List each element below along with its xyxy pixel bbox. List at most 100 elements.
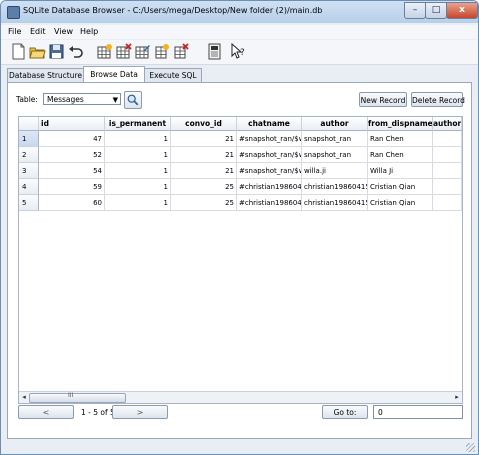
create-index-icon[interactable] (153, 43, 170, 60)
menu-edit[interactable]: Edit (30, 27, 46, 36)
cell-chatname[interactable]: #snapshot_ran/$wil (237, 163, 302, 179)
maximize-button[interactable]: □ (425, 2, 447, 19)
tab-execute-sql[interactable]: Execute SQL (144, 68, 202, 82)
corner-header (19, 117, 39, 131)
table-select[interactable]: Messages ▼ (43, 93, 121, 105)
browse-data-panel: Table: Messages ▼ New Record Delete Reco… (7, 82, 472, 439)
save-icon[interactable] (48, 43, 65, 60)
go-to-input[interactable]: 0 (373, 405, 463, 419)
cell-from-dispname[interactable]: Cristian Qian (368, 179, 433, 195)
tab-browse-data[interactable]: Browse Data (83, 66, 145, 83)
log-icon[interactable] (206, 43, 223, 60)
undo-icon[interactable] (67, 43, 84, 60)
row-header[interactable]: 3 (19, 163, 39, 179)
cell-chatname[interactable]: #christian19860415 (237, 195, 302, 211)
next-page-button[interactable]: > (112, 405, 168, 419)
go-to-button[interactable]: Go to: (322, 405, 368, 419)
column-header-author-2[interactable]: author (433, 117, 462, 131)
menu-view[interactable]: View (54, 27, 73, 36)
column-header-id[interactable]: id (39, 117, 105, 131)
window-title: SQLite Database Browser - C:/Users/mega/… (23, 6, 323, 15)
table-row[interactable]: 560125#christian19860415christian1986041… (19, 195, 462, 211)
cell-author[interactable]: snapshot_ran (302, 147, 368, 163)
cell-id[interactable]: 54 (39, 163, 105, 179)
cell-from-dispname[interactable]: Ran Chen (368, 131, 433, 147)
cell-is-permanent[interactable]: 1 (105, 195, 171, 211)
menu-bar: File Edit View Help (1, 25, 478, 39)
previous-page-button[interactable]: < (18, 405, 74, 419)
delete-table-icon[interactable] (115, 43, 132, 60)
table-row[interactable]: 1 47 1 21 #snapshot_ran/$wil snapshot_ran Ran … (19, 131, 462, 147)
cell-id[interactable]: 59 (39, 179, 105, 195)
new-database-icon[interactable] (10, 43, 27, 60)
cell-chatname[interactable]: #snapshot_ran/$wil (237, 147, 302, 163)
cell-is-permanent[interactable]: 1 (105, 163, 171, 179)
chevron-down-icon: ▼ (112, 96, 118, 104)
cell-author[interactable]: snapshot_ran (302, 131, 368, 147)
cell-author[interactable]: christian19860415 (302, 179, 368, 195)
table-select-value: Messages (47, 95, 84, 104)
status-bar (1, 441, 478, 454)
row-header[interactable]: 4 (19, 179, 39, 195)
scroll-left-icon[interactable]: ◂ (19, 392, 29, 402)
cell-convo-id[interactable]: 21 (171, 147, 237, 163)
row-header[interactable]: 2 (19, 147, 39, 163)
cell-author-2[interactable] (433, 195, 462, 211)
cell-convo-id[interactable]: 25 (171, 195, 237, 211)
column-header-convo-id[interactable]: convo_id (171, 117, 237, 131)
resize-grip-icon[interactable] (466, 443, 475, 452)
title-bar: SQLite Database Browser - C:/Users/mega/… (1, 1, 478, 23)
table-label: Table: (16, 95, 38, 104)
page-info: 1 - 5 of 5 (81, 408, 115, 417)
scroll-thumb[interactable]: III (29, 392, 126, 403)
app-window: SQLite Database Browser - C:/Users/mega/… (0, 0, 479, 455)
data-grid[interactable]: id is_permanent convo_id chatname author… (18, 116, 463, 404)
cell-from-dispname[interactable]: Ran Chen (368, 147, 433, 163)
cell-author-2[interactable] (433, 131, 462, 147)
open-database-icon[interactable] (29, 43, 46, 60)
cell-author-2[interactable] (433, 147, 462, 163)
minimize-button[interactable]: – (404, 2, 426, 19)
cell-from-dispname[interactable]: Willa Ji (368, 163, 433, 179)
cell-author-2[interactable] (433, 163, 462, 179)
cell-id[interactable]: 60 (39, 195, 105, 211)
horizontal-scrollbar[interactable]: ◂ III ▸ (19, 391, 462, 403)
cell-is-permanent[interactable]: 1 (105, 179, 171, 195)
cell-author-2[interactable] (433, 179, 462, 195)
delete-record-button[interactable]: Delete Record (411, 92, 465, 107)
cell-is-permanent[interactable]: 1 (105, 147, 171, 163)
cell-convo-id[interactable]: 21 (171, 131, 237, 147)
modify-table-icon[interactable] (134, 43, 151, 60)
cell-convo-id[interactable]: 21 (171, 163, 237, 179)
cell-author[interactable]: christian19860415 (302, 195, 368, 211)
close-button[interactable]: x (446, 2, 478, 19)
cell-chatname[interactable]: #christian19860415 (237, 179, 302, 195)
cell-from-dispname[interactable]: Cristian Qian (368, 195, 433, 211)
cell-author[interactable]: willa.ji (302, 163, 368, 179)
cell-id[interactable]: 52 (39, 147, 105, 163)
cell-convo-id[interactable]: 25 (171, 179, 237, 195)
menu-help[interactable]: Help (80, 27, 98, 36)
column-header-is-permanent[interactable]: is_permanent (105, 117, 171, 131)
menu-file[interactable]: File (8, 27, 21, 36)
column-header-from-dispname[interactable]: from_dispname (368, 117, 433, 131)
scroll-right-icon[interactable]: ▸ (452, 392, 462, 402)
search-icon (127, 94, 139, 106)
column-header-author[interactable]: author (302, 117, 368, 131)
table-row[interactable]: 2 52 1 21 #snapshot_ran/$wil snapshot_ran Ran … (19, 147, 462, 163)
whats-this-icon[interactable]: ? (230, 42, 247, 60)
tab-database-structure[interactable]: Database Structure (7, 68, 84, 82)
new-record-button[interactable]: New Record (359, 92, 407, 107)
row-header[interactable]: 5 (19, 195, 39, 211)
cell-id[interactable]: 47 (39, 131, 105, 147)
create-table-icon[interactable] (96, 43, 113, 60)
cell-chatname[interactable]: #snapshot_ran/$wil (237, 131, 302, 147)
search-button[interactable] (124, 91, 142, 109)
table-row[interactable]: 459125#christian19860415christian1986041… (19, 179, 462, 195)
row-header[interactable]: 1 (19, 131, 39, 147)
toolbar: ? (1, 40, 478, 65)
cell-is-permanent[interactable]: 1 (105, 131, 171, 147)
table-row[interactable]: 3 54 1 21 #snapshot_ran/$wil willa.ji Willa Ji (19, 163, 462, 179)
column-header-chatname[interactable]: chatname (237, 117, 302, 131)
delete-index-icon[interactable] (172, 43, 189, 60)
